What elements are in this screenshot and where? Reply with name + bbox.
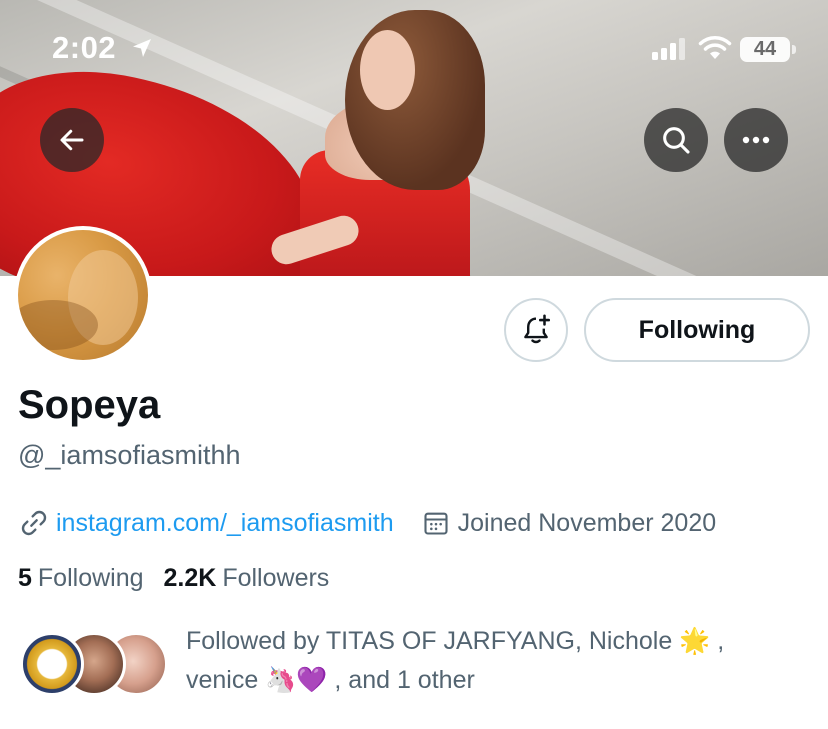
display-name: Sopeya (18, 383, 161, 427)
followers-label: Followers (222, 564, 330, 592)
avatar (20, 632, 84, 696)
following-count: 5 (18, 564, 32, 592)
more-options-button[interactable] (724, 108, 788, 172)
bell-plus-icon (524, 314, 551, 344)
profile-meta-row: instagram.com/_iamsofiasmith Joined Nove… (18, 505, 716, 541)
battery-cap (792, 45, 796, 54)
location-arrow-icon (133, 39, 151, 57)
follow-stats: 5 Following 2.2K Followers (18, 564, 349, 593)
profile-avatar[interactable] (14, 226, 152, 364)
search-icon (663, 127, 690, 154)
website-link[interactable]: instagram.com/_iamsofiasmith (56, 509, 394, 538)
followed-by-line-1: Followed by TITAS OF JARFYANG, Nichole 🌟… (186, 627, 725, 655)
user-handle: @_iamsofiasmithh (18, 440, 241, 470)
status-bar: 2:02 44 (0, 0, 828, 100)
more-horizontal-icon (742, 136, 770, 144)
cellular-signal-icon (652, 38, 685, 60)
following-count-link[interactable]: 5 Following (18, 564, 144, 593)
search-button[interactable] (644, 108, 708, 172)
followed-by-line-2: venice 🦄💜 , and 1 other (186, 666, 475, 694)
back-button[interactable] (40, 108, 104, 172)
joined-date: Joined November 2020 (457, 508, 717, 537)
wifi-icon (698, 36, 732, 59)
avatar-image (18, 230, 148, 360)
notifications-toggle-button[interactable] (504, 298, 568, 362)
followers-count: 2.2K (163, 564, 217, 592)
followers-count-link[interactable]: 2.2K Followers (164, 564, 330, 593)
calendar-icon (424, 512, 448, 535)
status-time: 2:02 (52, 30, 117, 65)
arrow-left-icon (60, 129, 84, 151)
mutual-followers-avatars[interactable] (20, 632, 170, 700)
followed-by-text[interactable]: Followed by TITAS OF JARFYANG, Nichole 🌟… (186, 622, 786, 700)
battery-indicator: 44 (740, 37, 790, 62)
following-button[interactable]: Following (584, 298, 810, 362)
link-icon (21, 510, 47, 536)
following-label: Following (37, 564, 144, 592)
